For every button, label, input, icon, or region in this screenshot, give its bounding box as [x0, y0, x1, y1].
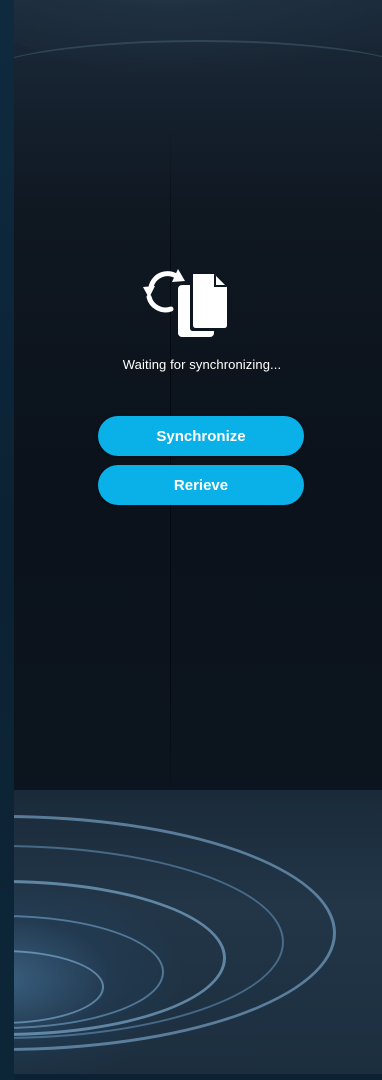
- sync-document-icon: [143, 269, 230, 337]
- retrieve-button[interactable]: Rerieve: [98, 465, 304, 505]
- synchronize-button[interactable]: Synchronize: [98, 416, 304, 456]
- sync-content: Waiting for synchronizing... Synchronize…: [0, 0, 382, 1080]
- app-panel: Waiting for synchronizing... Synchronize…: [0, 0, 382, 1080]
- sync-status-text: Waiting for synchronizing...: [122, 357, 282, 372]
